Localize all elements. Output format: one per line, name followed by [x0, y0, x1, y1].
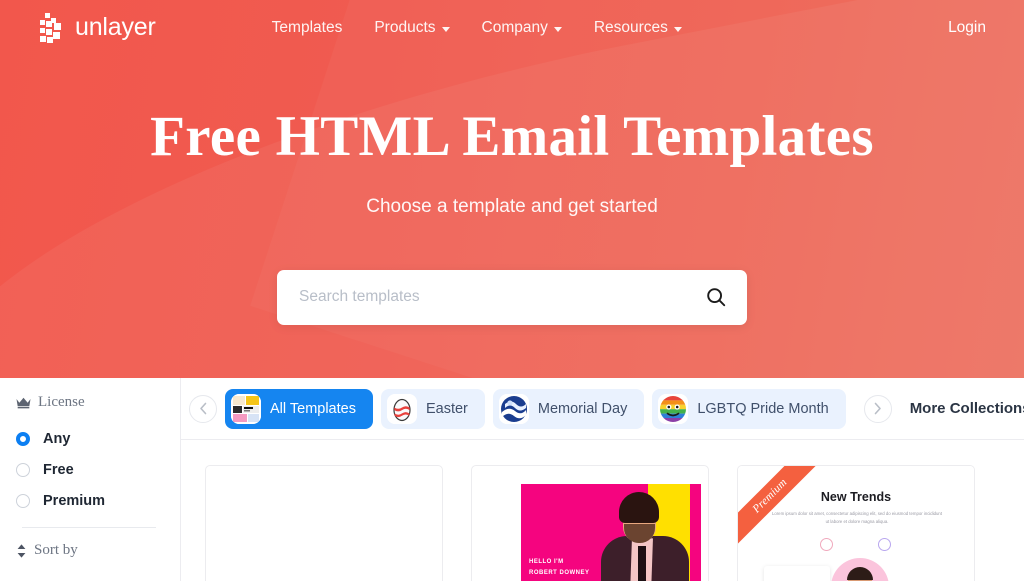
search-bar[interactable] — [277, 269, 747, 325]
templates-main: All Templates Easter Memorial Day LGBTQ … — [181, 378, 1024, 581]
easter-egg-icon — [386, 393, 417, 424]
collection-chip-lgbtq-pride-month-label: LGBTQ Pride Month — [697, 400, 829, 417]
collection-chip-all-templates-label: All Templates — [270, 400, 356, 417]
browse-section: License Any Free Premium Sort by All Tem… — [0, 378, 1024, 581]
page-title: Free HTML Email Templates — [150, 105, 874, 168]
hero-content: Free HTML Email Templates Choose a templ… — [0, 56, 1024, 325]
more-collections-dropdown[interactable]: More Collections — [910, 400, 1024, 417]
license-option-any[interactable]: Any — [16, 423, 180, 454]
brand-name: unlayer — [75, 12, 156, 41]
nav-item-templates[interactable]: Templates — [272, 19, 343, 37]
search-button[interactable] — [705, 286, 727, 308]
template-card[interactable]: New Trends Lorem ipsum dolor sit amet, c… — [737, 465, 975, 581]
collection-chip-memorial-day[interactable]: Memorial Day — [492, 388, 645, 429]
hero-banner: unlayer Templates Products Company Resou… — [0, 0, 1024, 378]
all-templates-icon — [231, 393, 261, 424]
template-thumbnail: HELLO I'M ROBERT DOWNEY LET'S START OUR … — [472, 466, 708, 581]
license-filter-header: License — [16, 394, 180, 411]
license-option-free-label: Free — [43, 461, 74, 478]
thumb-pink-band-right — [690, 484, 701, 581]
chevron-left-icon — [199, 402, 206, 415]
license-option-free[interactable]: Free — [16, 454, 180, 485]
thumb-person-illustration — [601, 492, 689, 581]
collection-chip-all-templates[interactable]: All Templates — [225, 388, 373, 429]
nav-item-resources-label: Resources — [593, 19, 668, 36]
nav-item-templates-label: Templates — [271, 19, 343, 36]
collection-chip-easter[interactable]: Easter — [380, 388, 485, 429]
nav-links: Templates Products Company Resources — [272, 19, 716, 37]
nav-item-products-label: Products — [374, 19, 436, 36]
pixel-mosaic-logo-icon — [40, 13, 66, 43]
search-icon — [707, 288, 726, 307]
collection-chip-memorial-day-label: Memorial Day — [537, 400, 628, 417]
sort-arrows-icon — [17, 543, 26, 558]
pride-smiley-icon — [658, 393, 689, 424]
sidebar-divider — [22, 527, 156, 528]
license-filter-label: License — [38, 394, 85, 410]
crown-icon — [16, 397, 31, 408]
nav-item-company-label: Company — [481, 19, 548, 36]
thumb-paragraph: Lorem ipsum dolor sit amet, consectetur … — [771, 511, 943, 524]
template-thumbnail — [206, 466, 442, 581]
nav-item-products[interactable]: Products — [374, 19, 450, 37]
radio-premium[interactable] — [16, 493, 30, 508]
template-card[interactable] — [205, 465, 443, 581]
collection-chip-easter-label: Easter — [425, 400, 468, 417]
memorial-day-icon — [498, 393, 529, 424]
collections-next-button[interactable] — [863, 394, 892, 423]
radio-any[interactable] — [16, 431, 30, 446]
template-grid: HELLO I'M ROBERT DOWNEY LET'S START OUR … — [181, 440, 1024, 581]
chevron-down-icon — [441, 26, 450, 32]
license-option-premium-label: Premium — [43, 492, 106, 509]
thumb-chart-card — [764, 566, 830, 581]
thumb-line-1: HELLO I'M — [529, 559, 564, 565]
license-option-any-label: Any — [43, 430, 71, 447]
collection-chip-lgbtq-pride-month[interactable]: LGBTQ Pride Month — [652, 388, 846, 429]
sort-by-header[interactable]: Sort by — [16, 542, 180, 559]
thumb-line-2: ROBERT DOWNEY — [529, 570, 590, 576]
filters-sidebar: License Any Free Premium Sort by — [0, 378, 181, 581]
page-subtitle: Choose a template and get started — [366, 195, 658, 217]
license-option-premium[interactable]: Premium — [16, 485, 180, 516]
collections-bar: All Templates Easter Memorial Day LGBTQ … — [181, 378, 1024, 440]
nav-item-company[interactable]: Company — [482, 19, 562, 37]
template-card[interactable]: HELLO I'M ROBERT DOWNEY LET'S START OUR … — [471, 465, 709, 581]
chevron-down-icon — [553, 26, 562, 32]
login-link[interactable]: Login — [948, 19, 986, 37]
chevron-right-icon — [874, 402, 881, 415]
chevron-down-icon — [673, 26, 682, 32]
search-input[interactable] — [299, 288, 705, 307]
brand-logo-link[interactable]: unlayer — [40, 13, 156, 43]
nav-item-resources[interactable]: Resources — [594, 19, 682, 37]
top-navigation-bar: unlayer Templates Products Company Resou… — [0, 0, 1024, 56]
collections-prev-button[interactable] — [189, 394, 217, 423]
radio-free[interactable] — [16, 462, 30, 477]
thumb-badge-icon-b — [878, 538, 891, 551]
thumb-badge-icon-a — [820, 538, 833, 551]
more-collections-label: More Collections — [909, 400, 1024, 417]
sort-by-label: Sort by — [34, 542, 78, 558]
